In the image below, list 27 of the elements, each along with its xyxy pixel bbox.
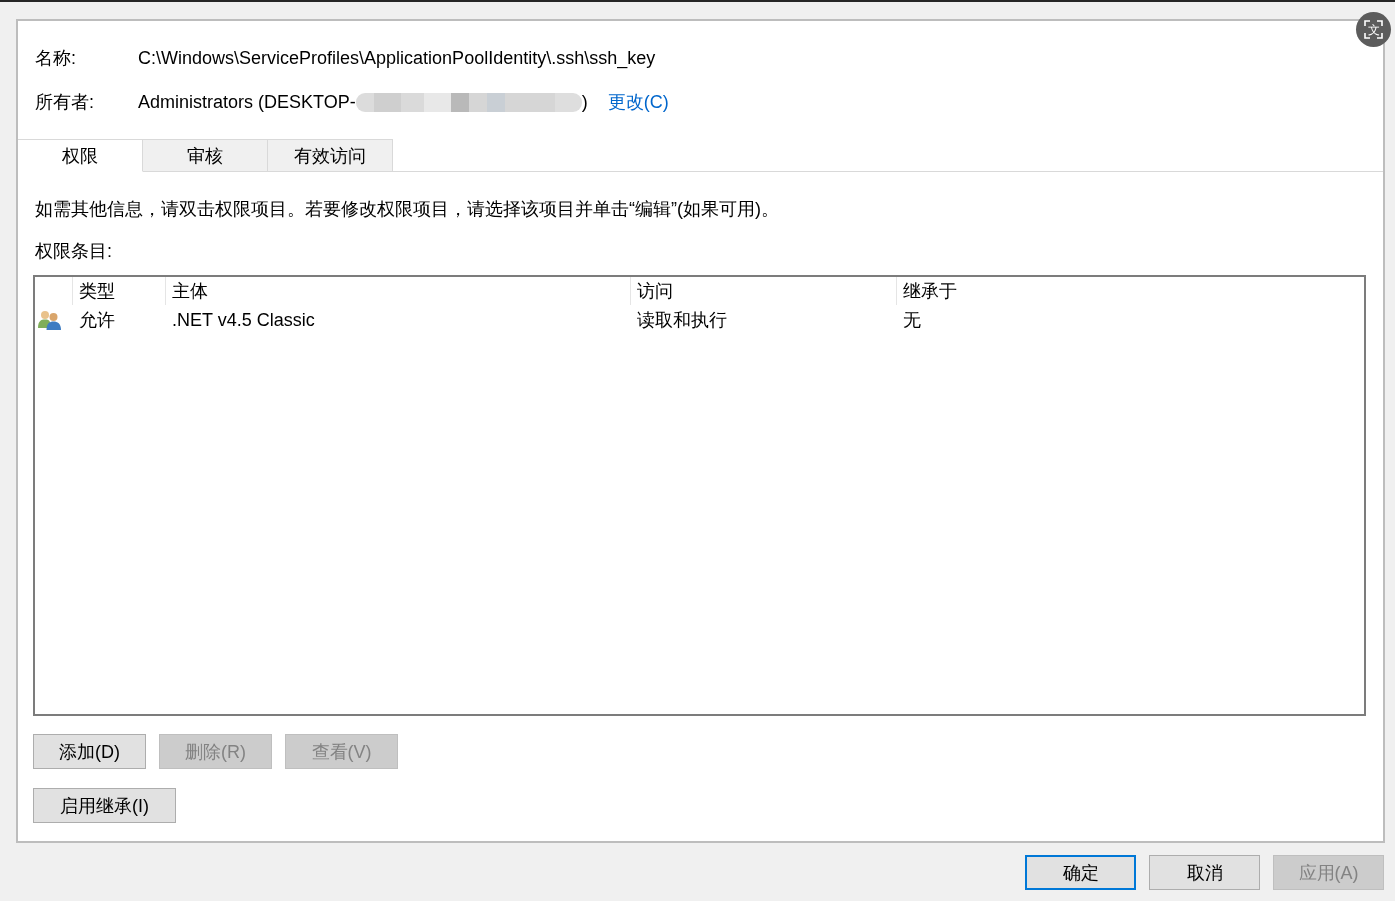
action-button[interactable]: 添加(D) bbox=[33, 734, 146, 769]
owner-name-end: ) bbox=[581, 91, 588, 114]
help-text: 如需其他信息，请双击权限项目。若要修改权限项目，请选择该项目并单击“编辑”(如果可用)。 bbox=[35, 198, 780, 221]
tab[interactable]: 审核 bbox=[143, 139, 268, 172]
scan-frame-icon bbox=[1364, 20, 1383, 39]
enable-inheritance-button[interactable]: 启用继承(I) bbox=[33, 788, 176, 823]
permission-row[interactable]: 允许 .NET v4.5 Classic 读取和执行 无 bbox=[35, 307, 1364, 333]
users-icon bbox=[38, 310, 61, 330]
column-header[interactable]: 主体 bbox=[166, 277, 631, 305]
table-cell-text: .NET v4.5 Classic bbox=[171, 309, 316, 332]
table-cell-text: 读取和执行 bbox=[636, 309, 728, 332]
dialog-button[interactable]: 确定 bbox=[1025, 855, 1136, 890]
column-header[interactable]: 类型 bbox=[73, 277, 166, 305]
owner-name: Administrators (DESKTOP- bbox=[138, 91, 356, 114]
column-header[interactable]: 访问 bbox=[631, 277, 897, 305]
tab[interactable]: 有效访问 bbox=[268, 139, 393, 172]
tab[interactable]: 权限 bbox=[18, 139, 143, 172]
file-path: C:\Windows\ServiceProfiles\ApplicationPoolIdentity\.ssh\ssh_key bbox=[138, 47, 656, 71]
change-owner-link[interactable]: 更改(C) bbox=[607, 89, 669, 115]
dialog-button[interactable]: 取消 bbox=[1149, 855, 1260, 890]
entries-label: 权限条目: bbox=[35, 240, 113, 263]
column-header[interactable]: 继承于 bbox=[897, 277, 1364, 305]
name-label: 名称: bbox=[35, 47, 77, 70]
text-scan-button[interactable]: 文 bbox=[1356, 12, 1391, 47]
table-cell-text: 无 bbox=[902, 309, 922, 332]
owner-label: 所有者: bbox=[35, 91, 95, 114]
table-cell-text: 允许 bbox=[78, 309, 116, 332]
